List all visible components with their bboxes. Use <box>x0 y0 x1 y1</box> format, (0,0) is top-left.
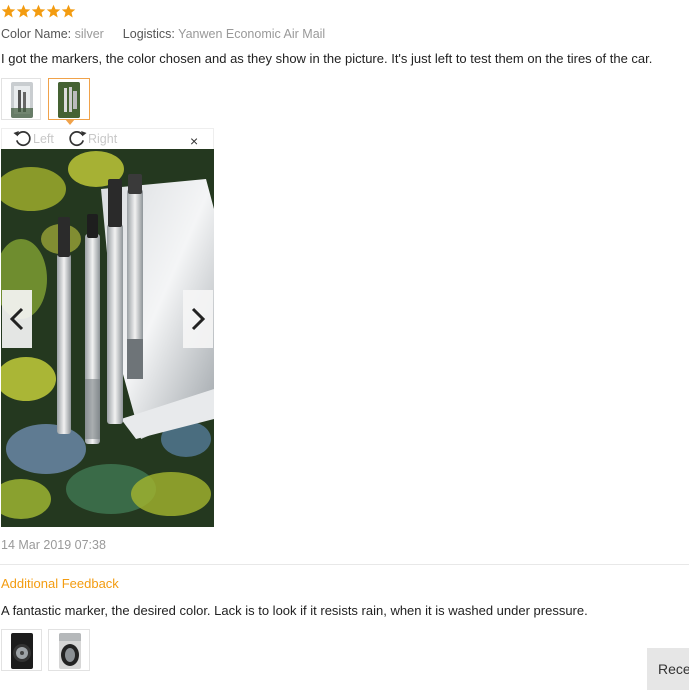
tire-photo-icon <box>59 633 81 669</box>
review-thumbnail-1[interactable] <box>1 78 41 120</box>
divider <box>0 564 689 565</box>
review-date: 14 Mar 2019 07:38 <box>1 538 106 552</box>
color-name-value: silver <box>74 27 104 41</box>
photo-thumbnail-icon <box>11 82 33 118</box>
color-name-label: Color Name: <box>1 27 72 41</box>
logistics-value: Yanwen Economic Air Mail <box>178 27 326 41</box>
close-viewer-button[interactable]: × <box>190 133 198 149</box>
active-thumbnail-caret <box>65 119 75 125</box>
next-image-button[interactable] <box>183 290 213 348</box>
additional-thumbnail-1[interactable] <box>1 629 42 671</box>
previous-image-button[interactable] <box>2 290 32 348</box>
additional-feedback-text: A fantastic marker, the desired color. L… <box>1 603 588 618</box>
rotate-left-label: Left <box>33 131 54 146</box>
star-rating <box>1 4 76 20</box>
review-text: I got the markers, the color chosen and … <box>1 51 653 66</box>
rotate-right-label: Right <box>88 131 118 146</box>
photo-thumbnail-icon <box>58 82 80 118</box>
rotate-right-icon <box>69 130 87 147</box>
chevron-right-icon <box>191 307 206 331</box>
rotate-right-button[interactable]: Right <box>68 129 117 148</box>
logistics-label: Logistics: <box>122 27 175 41</box>
review-thumbnail-2[interactable] <box>48 78 90 120</box>
star-icon <box>61 4 76 18</box>
additional-feedback-title: Additional Feedback <box>1 576 119 591</box>
review-photo <box>1 149 214 527</box>
star-icon <box>31 4 46 18</box>
star-icon <box>1 4 16 18</box>
star-icon <box>16 4 31 18</box>
rotate-left-icon <box>13 130 31 147</box>
chevron-left-icon <box>9 307 24 331</box>
star-icon <box>46 4 61 18</box>
review-meta: Color Name: silver Logistics: Yanwen Eco… <box>1 27 325 41</box>
additional-thumbnail-2[interactable] <box>48 629 90 671</box>
recent-button[interactable]: Rece <box>647 648 689 690</box>
rotate-left-button[interactable]: Left <box>13 129 54 148</box>
tire-photo-icon <box>11 633 33 669</box>
